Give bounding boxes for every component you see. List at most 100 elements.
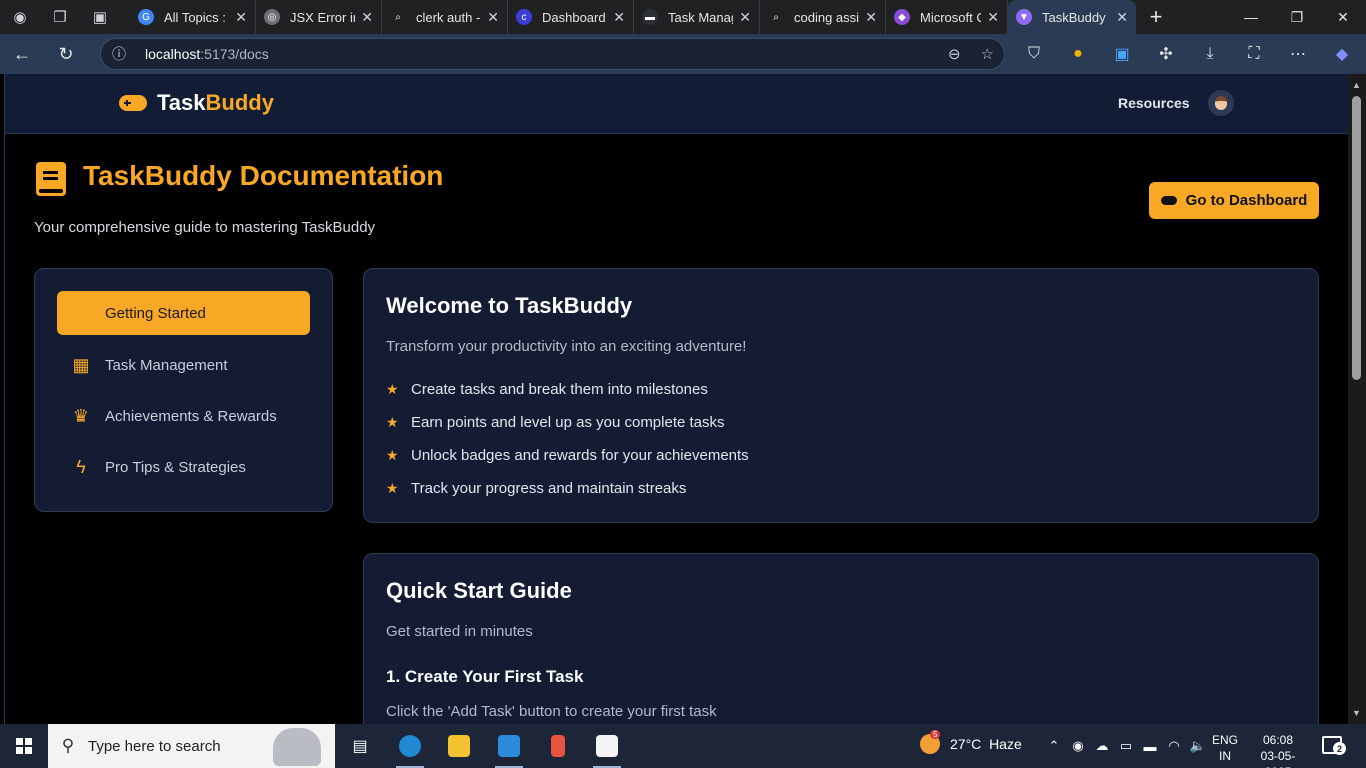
chatgpt-icon: ◎ bbox=[264, 9, 280, 25]
vscode-icon[interactable] bbox=[485, 724, 533, 768]
tab-title: All Topics : G bbox=[164, 9, 229, 25]
close-tab-icon[interactable]: ✕ bbox=[739, 9, 751, 26]
refresh-button[interactable]: ↻ bbox=[44, 34, 88, 74]
browser-tab[interactable]: ⌕ coding assis ✕ bbox=[760, 0, 886, 34]
screenshot-icon[interactable]: ⛶ bbox=[1232, 34, 1276, 74]
app-logo[interactable]: Task Buddy bbox=[119, 90, 274, 116]
browser-tab[interactable]: ▼ TaskBuddy - ✕ bbox=[1008, 0, 1136, 34]
nav-resources-link[interactable]: Resources bbox=[1118, 95, 1190, 111]
browser-tab[interactable]: c Dashboard | ✕ bbox=[508, 0, 634, 34]
search-icon: ⌕ bbox=[768, 9, 784, 25]
favorite-star-icon[interactable]: ☆ bbox=[981, 45, 994, 63]
close-window-button[interactable]: ✕ bbox=[1320, 0, 1366, 34]
more-menu-icon[interactable]: ⋯ bbox=[1276, 34, 1320, 74]
task-view-icon[interactable]: ▤ bbox=[336, 724, 384, 768]
tab-title: Dashboard | bbox=[542, 9, 608, 25]
close-tab-icon[interactable]: ✕ bbox=[361, 9, 373, 26]
app-header: Task Buddy Resources bbox=[5, 74, 1348, 134]
file-explorer-icon[interactable] bbox=[435, 724, 483, 768]
extension-blue-icon[interactable]: ▣ bbox=[1100, 34, 1144, 74]
user-avatar[interactable] bbox=[1208, 90, 1234, 116]
browser-tab[interactable]: ◎ JSX Error in C ✕ bbox=[256, 0, 382, 34]
weather-widget[interactable]: 5 27°C Haze bbox=[920, 730, 1022, 754]
close-tab-icon[interactable]: ✕ bbox=[865, 9, 877, 26]
browser-tab[interactable]: ⌕ clerk auth - S ✕ bbox=[382, 0, 508, 34]
record-icon[interactable]: ◉ bbox=[1066, 738, 1090, 754]
weather-icon: 5 bbox=[920, 730, 941, 754]
search-highlight-image bbox=[273, 728, 321, 766]
sidebar-item-getting-started[interactable]: Getting Started bbox=[57, 291, 310, 335]
taskbar-clock[interactable]: 06:0803-05-2025 bbox=[1249, 732, 1307, 768]
tab-actions-icon[interactable]: ▣ bbox=[80, 0, 120, 34]
figma-icon[interactable] bbox=[534, 724, 582, 768]
tab-title: clerk auth - S bbox=[416, 9, 481, 25]
book-icon bbox=[36, 162, 66, 196]
downloads-icon[interactable]: ⤓ bbox=[1188, 34, 1232, 74]
url-text[interactable]: localhost:5173/docs bbox=[145, 46, 269, 62]
calendar-icon: ▦ bbox=[72, 354, 90, 375]
close-tab-icon[interactable]: ✕ bbox=[1116, 9, 1128, 26]
step-text: Click the 'Add Task' button to create yo… bbox=[386, 703, 717, 720]
close-tab-icon[interactable]: ✕ bbox=[235, 9, 247, 26]
close-tab-icon[interactable]: ✕ bbox=[613, 9, 625, 26]
show-hidden-icons-chevron[interactable]: ⌃ bbox=[1042, 738, 1066, 754]
quickstart-title: Quick Start Guide bbox=[386, 578, 572, 603]
cloud-icon[interactable]: ☁ bbox=[1090, 738, 1114, 754]
back-button[interactable]: ← bbox=[0, 34, 44, 74]
new-tab-button[interactable]: + bbox=[1136, 0, 1176, 34]
extensions-puzzle-icon[interactable]: ✣ bbox=[1144, 34, 1188, 74]
profile-icon[interactable]: ◉ bbox=[0, 0, 40, 34]
taskbar-search[interactable]: ⚲ Type here to search bbox=[48, 724, 335, 768]
scroll-down-icon[interactable]: ▼ bbox=[1352, 708, 1361, 718]
extension-orange-icon[interactable]: ● bbox=[1056, 34, 1100, 74]
zoom-icon[interactable]: ⊖ bbox=[948, 45, 961, 63]
step-title: 1. Create Your First Task bbox=[386, 667, 584, 686]
tab-title: coding assis bbox=[794, 9, 860, 25]
start-button[interactable] bbox=[0, 724, 48, 768]
workspaces-icon[interactable]: ❐ bbox=[40, 0, 80, 34]
scroll-up-icon[interactable]: ▲ bbox=[1352, 80, 1361, 90]
tab-title: Task Manage bbox=[668, 9, 733, 25]
maximize-button[interactable]: ❐ bbox=[1274, 0, 1320, 34]
star-icon: ★ bbox=[386, 480, 399, 496]
close-tab-icon[interactable]: ✕ bbox=[987, 9, 999, 26]
minimize-button[interactable]: — bbox=[1228, 0, 1274, 34]
star-icon: ★ bbox=[386, 447, 399, 463]
copilot-icon[interactable]: ◆ bbox=[1320, 34, 1364, 74]
copilot-icon: ◆ bbox=[894, 9, 910, 25]
windows-logo-icon bbox=[16, 738, 32, 754]
google-icon: G bbox=[138, 9, 154, 25]
notification-center-icon[interactable]: 2 bbox=[1322, 736, 1346, 755]
browser-tab-strip: ◉ ❐ ▣ G All Topics : G ✕ ◎ JSX Error in C ✕ ⌕ c… bbox=[0, 0, 1366, 34]
search-icon: ⚲ bbox=[61, 736, 75, 755]
quickstart-card: Quick Start Guide Get started in minutes… bbox=[363, 553, 1319, 724]
close-tab-icon[interactable]: ✕ bbox=[487, 9, 499, 26]
language-indicator[interactable]: ENG IN bbox=[1207, 732, 1243, 764]
go-to-dashboard-button[interactable]: Go to Dashboard bbox=[1149, 182, 1319, 219]
star-icon: ★ bbox=[386, 381, 399, 397]
gamepad-icon bbox=[119, 95, 147, 111]
scrollbar-thumb[interactable] bbox=[1352, 96, 1361, 380]
sidebar-item-pro-tips[interactable]: ϟ Pro Tips & Strategies bbox=[57, 445, 310, 489]
page-scrollbar[interactable]: ▲ ▼ bbox=[1348, 74, 1366, 724]
browser-tab[interactable]: ▬ Task Manage ✕ bbox=[634, 0, 760, 34]
meet-now-icon[interactable]: ▭ bbox=[1114, 738, 1138, 754]
sidebar-item-task-management[interactable]: ▦ Task Management bbox=[57, 343, 310, 387]
edge-browser-icon[interactable] bbox=[386, 724, 434, 768]
ublock-extension-icon[interactable]: ⛉ bbox=[1012, 34, 1056, 74]
windows-taskbar: ⚲ Type here to search ▤ 5 27°C Haze ⌃ ◉ … bbox=[0, 724, 1366, 768]
trophy-icon: ♛ bbox=[72, 405, 90, 426]
welcome-title: Welcome to TaskBuddy bbox=[386, 293, 633, 318]
wifi-icon[interactable]: ◠ bbox=[1162, 738, 1186, 754]
site-info-icon[interactable]: ⓘ bbox=[101, 44, 137, 64]
browser-tab[interactable]: ◆ Microsoft Co ✕ bbox=[886, 0, 1008, 34]
battery-icon[interactable]: ▬ bbox=[1138, 739, 1162, 754]
address-bar[interactable]: ⓘ localhost:5173/docs ⊖ ☆ bbox=[100, 38, 1005, 70]
page-subtitle: Your comprehensive guide to mastering Ta… bbox=[34, 219, 376, 236]
tab-title: TaskBuddy - bbox=[1042, 9, 1111, 25]
tab-title: Microsoft Co bbox=[920, 9, 982, 25]
sidebar-item-achievements[interactable]: ♛ Achievements & Rewards bbox=[57, 394, 310, 438]
browser-tab[interactable]: G All Topics : G ✕ bbox=[130, 0, 256, 34]
terminal-app-icon[interactable] bbox=[583, 724, 631, 768]
page-viewport: Task Buddy Resources TaskBuddy Documentat… bbox=[4, 74, 1348, 724]
